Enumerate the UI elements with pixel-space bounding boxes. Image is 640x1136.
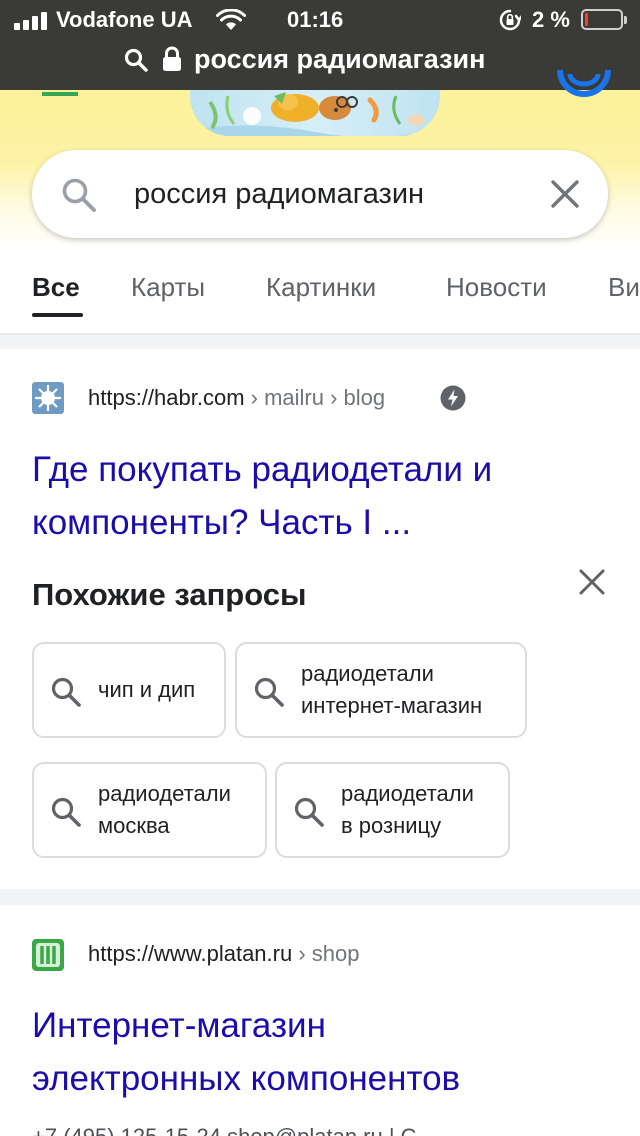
platan-favicon-icon (32, 939, 64, 971)
search-tabs: Все Карты Картинки Новости Ви (0, 262, 640, 334)
related-searches-heading: Похожие запросы (32, 577, 307, 612)
result-domain: https://habr.com (88, 385, 245, 410)
chip-label-line: чип и дип (98, 677, 196, 702)
browser-top-bar: Vodafone UA 01:16 2 % россия радиомагази… (0, 0, 640, 90)
status-bar: Vodafone UA 01:16 2 % (0, 0, 640, 40)
result-path: › shop (292, 941, 360, 966)
chip-label-line: в розницу (341, 813, 442, 838)
amp-icon (440, 385, 466, 411)
rotation-lock-icon (499, 9, 521, 31)
result-url[interactable]: https://habr.com › mailru › blog (88, 385, 385, 411)
search-result-card: https://habr.com › mailru › blog Где пок… (0, 349, 640, 889)
doodle-illustration (190, 92, 440, 136)
result-domain: https://www.platan.ru (88, 941, 293, 966)
search-icon (124, 48, 148, 72)
lock-icon (163, 46, 181, 71)
tab-news[interactable]: Новости (446, 272, 547, 303)
section-gap (0, 335, 640, 349)
chip-label-line: радиодетали (341, 781, 474, 806)
related-search-chip[interactable]: чип и дип (32, 642, 226, 738)
active-tab-indicator (32, 313, 83, 317)
related-search-chip[interactable]: радиодетали интернет-магазин (235, 642, 527, 738)
search-icon (51, 677, 81, 707)
chip-label: радиодетали в розницу (341, 778, 474, 842)
carrier-name: Vodafone UA (56, 7, 193, 32)
result-title-link[interactable]: Где покупать радиодетали и компоненты? Ч… (32, 443, 602, 549)
search-icon (51, 797, 81, 827)
battery-percent: 2 % (532, 7, 570, 32)
account-avatar-icon[interactable] (556, 60, 612, 104)
url-text: россия радиомагазин (194, 44, 486, 74)
battery-level (585, 13, 588, 26)
section-gap (0, 889, 640, 905)
search-icon[interactable] (60, 176, 98, 214)
result-title-line: Интернет-магазин (32, 1006, 326, 1045)
chip-label: радиодетали интернет-магазин (301, 658, 482, 722)
result-snippet: +7 (495) 125-15-24 shop@platan.ru | С... (32, 1124, 435, 1136)
search-input[interactable] (134, 176, 534, 212)
result-path: › mailru › blog (244, 385, 386, 410)
clear-search-icon[interactable] (548, 177, 582, 211)
cellular-signal-icon (14, 12, 54, 30)
menu-icon[interactable] (42, 92, 78, 96)
tab-maps[interactable]: Карты (131, 272, 205, 303)
tab-all[interactable]: Все (32, 272, 80, 303)
chip-label-line: москва (98, 813, 170, 838)
clock: 01:16 (287, 7, 344, 32)
chip-label-line: радиодетали (301, 661, 434, 686)
chip-label-line: интернет-магазин (301, 693, 483, 718)
habr-favicon-icon (32, 382, 64, 414)
wifi-icon (216, 9, 246, 30)
result-title-line: Где покупать радиодетали и (32, 450, 493, 489)
chip-label: чип и дип (98, 674, 195, 706)
search-box[interactable] (32, 150, 608, 238)
related-search-chip[interactable]: радиодетали в розницу (275, 762, 510, 858)
tab-images[interactable]: Картинки (266, 272, 376, 303)
chip-label-line: радиодетали (98, 781, 231, 806)
chip-label: радиодетали москва (98, 778, 231, 842)
result-url[interactable]: https://www.platan.ru › shop (88, 941, 359, 967)
close-icon[interactable] (577, 567, 607, 597)
search-result-card: https://www.platan.ru › shop Интернет-ма… (0, 905, 640, 1136)
tab-video[interactable]: Ви (608, 272, 640, 303)
result-title-line: электронных компонентов (32, 1059, 461, 1098)
battery-icon (581, 9, 627, 30)
search-icon (254, 677, 284, 707)
result-title-link[interactable]: Интернет-магазин электронных компонентов (32, 999, 602, 1105)
url-bar[interactable]: россия радиомагазин (0, 40, 640, 90)
search-icon (294, 797, 324, 827)
google-doodle[interactable] (190, 90, 440, 136)
result-title-line: компоненты? Часть I ... (32, 503, 412, 542)
related-search-chip[interactable]: радиодетали москва (32, 762, 267, 858)
